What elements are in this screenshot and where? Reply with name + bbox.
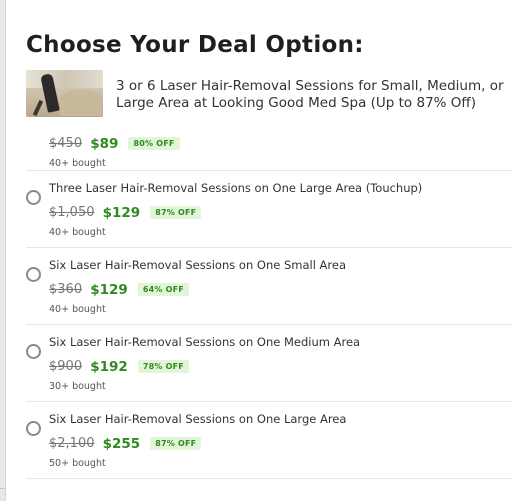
original-price: $1,050	[49, 205, 95, 220]
bought-count: 40+ bought	[49, 158, 106, 169]
deal-option-4[interactable]: Six Laser Hair-Removal Sessions on One M…	[26, 325, 512, 401]
modal-title: Choose Your Deal Option:	[26, 32, 364, 58]
price-line: $450 $89 80% OFF	[49, 133, 180, 152]
background-divider	[0, 488, 5, 489]
deal-option-5[interactable]: Six Laser Hair-Removal Sessions on One L…	[26, 402, 512, 478]
discount-badge: 87% OFF	[150, 437, 202, 450]
discount-badge: 87% OFF	[150, 206, 202, 219]
radio-button[interactable]	[26, 421, 41, 436]
deal-option-1[interactable]: $450 $89 80% OFF 40+ bought	[26, 128, 512, 170]
deal-option-2[interactable]: Three Laser Hair-Removal Sessions on One…	[26, 171, 512, 247]
radio-button[interactable]	[26, 344, 41, 359]
deal-thumbnail-image	[26, 70, 103, 117]
discount-badge: 64% OFF	[137, 283, 189, 296]
deal-option-3[interactable]: Six Laser Hair-Removal Sessions on One S…	[26, 248, 512, 324]
deal-header: 3 or 6 Laser Hair-Removal Sessions for S…	[26, 70, 512, 118]
bought-count: 30+ bought	[49, 381, 106, 392]
deal-options-modal: Choose Your Deal Option: 3 or 6 Laser Ha…	[6, 0, 512, 501]
original-price: $900	[49, 359, 83, 374]
radio-button[interactable]	[26, 190, 41, 205]
sale-price: $129	[102, 204, 141, 221]
sale-price: $255	[102, 435, 141, 452]
original-price: $360	[49, 282, 83, 297]
price-line: $1,050 $129 87% OFF	[49, 202, 202, 221]
discount-badge: 80% OFF	[128, 137, 180, 150]
original-price: $450	[49, 136, 83, 151]
price-line: $2,100 $255 87% OFF	[49, 433, 202, 452]
price-line: $360 $129 64% OFF	[49, 279, 189, 298]
option-divider	[26, 478, 512, 479]
option-title: Six Laser Hair-Removal Sessions on One S…	[49, 258, 347, 272]
deal-options-list[interactable]: $450 $89 80% OFF 40+ bought Three Laser …	[26, 128, 512, 479]
radio-button[interactable]	[26, 267, 41, 282]
option-title: Six Laser Hair-Removal Sessions on One L…	[49, 412, 347, 426]
bought-count: 50+ bought	[49, 458, 106, 469]
original-price: $2,100	[49, 436, 95, 451]
bought-count: 40+ bought	[49, 227, 106, 238]
deal-name: 3 or 6 Laser Hair-Removal Sessions for S…	[116, 78, 504, 111]
price-line: $900 $192 78% OFF	[49, 356, 189, 375]
discount-badge: 78% OFF	[137, 360, 189, 373]
sale-price: $192	[90, 358, 128, 375]
bought-count: 40+ bought	[49, 304, 106, 315]
option-title: Three Laser Hair-Removal Sessions on One…	[49, 181, 423, 195]
option-title: Six Laser Hair-Removal Sessions on One M…	[49, 335, 361, 349]
sale-price: $89	[90, 135, 119, 152]
sale-price: $129	[90, 281, 128, 298]
